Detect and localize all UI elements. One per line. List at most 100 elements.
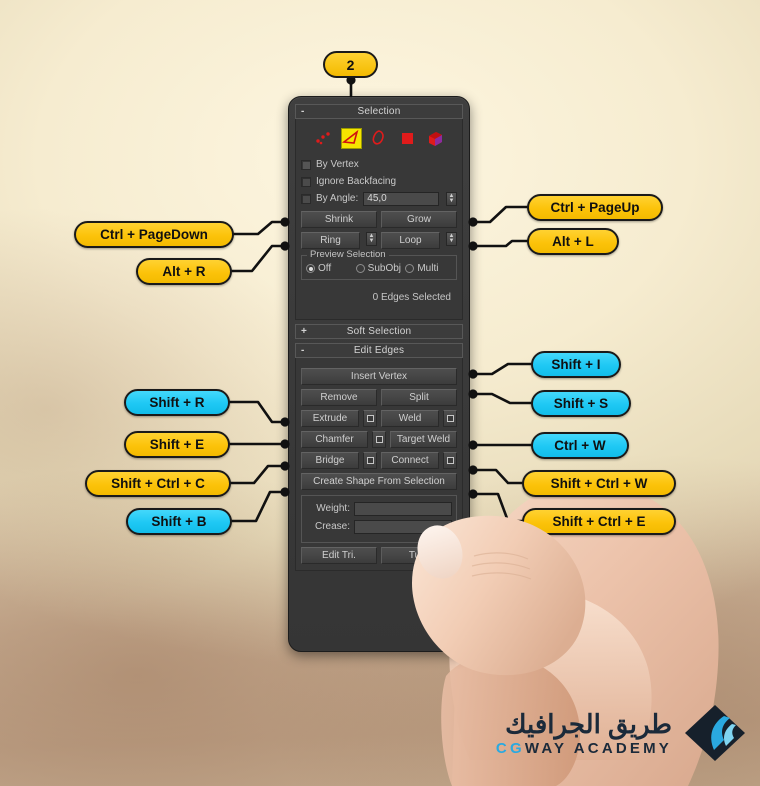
bridge-button[interactable]: Bridge [301, 452, 359, 469]
edit-tri-turn-row: Edit Tri. Turn [301, 547, 457, 564]
callout-left-5: Shift + B [126, 508, 232, 535]
remove-split-row: Remove Split [301, 389, 457, 406]
rollout-header-selection[interactable]: - Selection [295, 104, 463, 119]
preview-selection-title: Preview Selection [307, 249, 389, 260]
callout-left-0: Ctrl + PageDown [74, 221, 234, 248]
ring-spinner[interactable]: ▲ ▼ [366, 232, 377, 246]
chamfer-button[interactable]: Chamfer [301, 431, 368, 448]
split-button[interactable]: Split [381, 389, 457, 406]
checkbox-ignore-backfacing[interactable] [301, 176, 311, 187]
subobject-icon-strip [301, 125, 457, 151]
label-weight: Weight: [316, 503, 350, 514]
callout-left-2: Shift + R [124, 389, 230, 416]
radio-multi[interactable] [405, 264, 415, 273]
extrude-weld-row: Extrude Weld [301, 410, 457, 427]
shrink-button[interactable]: Shrink [301, 211, 377, 228]
weld-button[interactable]: Weld [381, 410, 439, 427]
remove-button[interactable]: Remove [301, 389, 377, 406]
shrink-grow-row: Shrink Grow [301, 211, 457, 228]
rollout-edit-edges: - Edit Edges Insert Vertex Remove Split … [295, 343, 463, 571]
weld-settings-icon[interactable] [443, 410, 457, 427]
connect-settings-icon[interactable] [443, 452, 457, 469]
turn-button[interactable]: Turn [381, 547, 457, 564]
label-crease: Crease: [314, 521, 350, 532]
logo-text-block: طريق الجرافيك CGWAY ACADEMY [496, 711, 672, 756]
cgway-academy-logo: طريق الجرافيك CGWAY ACADEMY [496, 704, 746, 762]
grow-button[interactable]: Grow [381, 211, 457, 228]
preview-selection-group: Preview Selection Off SubObj Multi [301, 249, 457, 280]
label-by-angle: By Angle: [316, 193, 359, 204]
rollout-soft-selection: + Soft Selection [295, 324, 463, 339]
rollout-expand-icon[interactable]: + [301, 325, 307, 338]
radio-item-subobj[interactable]: SubObj [355, 263, 403, 274]
callout-right-3: Shift + S [531, 390, 631, 417]
callout-left-4: Shift + Ctrl + C [85, 470, 231, 497]
callout-right-5: Shift + Ctrl + W [522, 470, 676, 497]
callout-left-3: Shift + E [124, 431, 230, 458]
logo-arabic-text: طريق الجرافيك [505, 708, 672, 739]
callout-right-4: Ctrl + W [531, 432, 629, 459]
rollout-header-edit-edges[interactable]: - Edit Edges [295, 343, 463, 358]
loop-spinner[interactable]: ▲ ▼ [446, 232, 457, 246]
checkbox-row-by-vertex[interactable]: By Vertex [301, 156, 457, 173]
label-ignore-backfacing: Ignore Backfacing [316, 176, 397, 187]
radio-item-multi[interactable]: Multi [405, 263, 452, 274]
bridge-settings-icon[interactable] [363, 452, 377, 469]
by-angle-input[interactable]: 45,0 [363, 191, 439, 206]
edit-tri-button[interactable]: Edit Tri. [301, 547, 377, 564]
border-icon[interactable] [369, 128, 390, 149]
connect-button[interactable]: Connect [381, 452, 439, 469]
by-angle-spinner[interactable]: ▲ ▼ [446, 191, 457, 206]
callout-right-0: Ctrl + PageUp [527, 194, 663, 221]
radio-item-off[interactable]: Off [306, 263, 353, 274]
label-subobj: SubObj [367, 263, 402, 274]
ring-button[interactable]: Ring [301, 232, 360, 249]
rollout-body-edit-edges: Insert Vertex Remove Split Extrude Weld … [295, 358, 463, 571]
create-shape-row: Create Shape From Selection [301, 473, 457, 490]
extrude-button[interactable]: Extrude [301, 410, 359, 427]
loop-button[interactable]: Loop [381, 232, 440, 249]
checkbox-by-vertex[interactable] [301, 159, 311, 170]
bridge-connect-row: Bridge Connect [301, 452, 457, 469]
rollout-title-edit-edges: Edit Edges [353, 345, 405, 356]
weight-input[interactable] [354, 501, 452, 516]
insert-vertex-row: Insert Vertex [301, 368, 457, 385]
selection-status-text: 0 Edges Selected [372, 292, 451, 303]
checkbox-row-by-angle[interactable]: By Angle: 45,0 ▲ ▼ [301, 190, 457, 207]
rollout-collapse-icon[interactable]: - [301, 344, 305, 357]
radio-off[interactable] [306, 264, 315, 273]
label-off: Off [318, 263, 332, 274]
callout-right-1: Alt + L [527, 228, 619, 255]
preview-selection-radios: Off SubObj Multi [306, 263, 452, 274]
extrude-settings-icon[interactable] [363, 410, 377, 427]
polygon-icon[interactable] [397, 128, 418, 149]
ring-loop-row: Ring ▲ ▼ Loop ▲ ▼ [301, 232, 457, 249]
edge-icon[interactable] [340, 127, 362, 149]
rollout-title-soft-selection: Soft Selection [346, 326, 412, 337]
label-multi: Multi [417, 263, 439, 274]
rollout-selection: - Selection By Vertex Ignore Backfacing … [295, 104, 463, 320]
element-icon[interactable] [425, 128, 446, 149]
rollout-toggle-icon[interactable]: - [301, 105, 305, 118]
crease-row: Crease: [306, 519, 452, 534]
vertex-icon[interactable] [313, 128, 334, 149]
logo-english-text: CGWAY ACADEMY [496, 741, 672, 756]
edit-poly-command-panel: - Selection By Vertex Ignore Backfacing … [288, 96, 470, 652]
logo-diamond-icon [685, 705, 745, 761]
rollout-header-soft-selection[interactable]: + Soft Selection [295, 324, 463, 339]
callout-left-1: Alt + R [136, 258, 232, 285]
checkbox-row-ignore-backfacing[interactable]: Ignore Backfacing [301, 173, 457, 190]
checkbox-by-angle[interactable] [301, 193, 311, 204]
radio-subobj[interactable] [355, 264, 365, 273]
create-shape-from-selection-button[interactable]: Create Shape From Selection [301, 473, 457, 490]
rollout-body-selection: By Vertex Ignore Backfacing By Angle: 45… [295, 119, 463, 320]
rollout-title-selection: Selection [357, 106, 401, 117]
chamfer-settings-icon[interactable] [372, 431, 386, 448]
chamfer-targetweld-row: Chamfer Target Weld [301, 431, 457, 448]
crease-input[interactable] [354, 519, 452, 534]
callout-right-2: Shift + I [531, 351, 621, 378]
target-weld-button[interactable]: Target Weld [390, 431, 457, 448]
label-by-vertex: By Vertex [316, 159, 359, 170]
insert-vertex-button[interactable]: Insert Vertex [301, 368, 457, 385]
weight-row: Weight: [306, 501, 452, 516]
